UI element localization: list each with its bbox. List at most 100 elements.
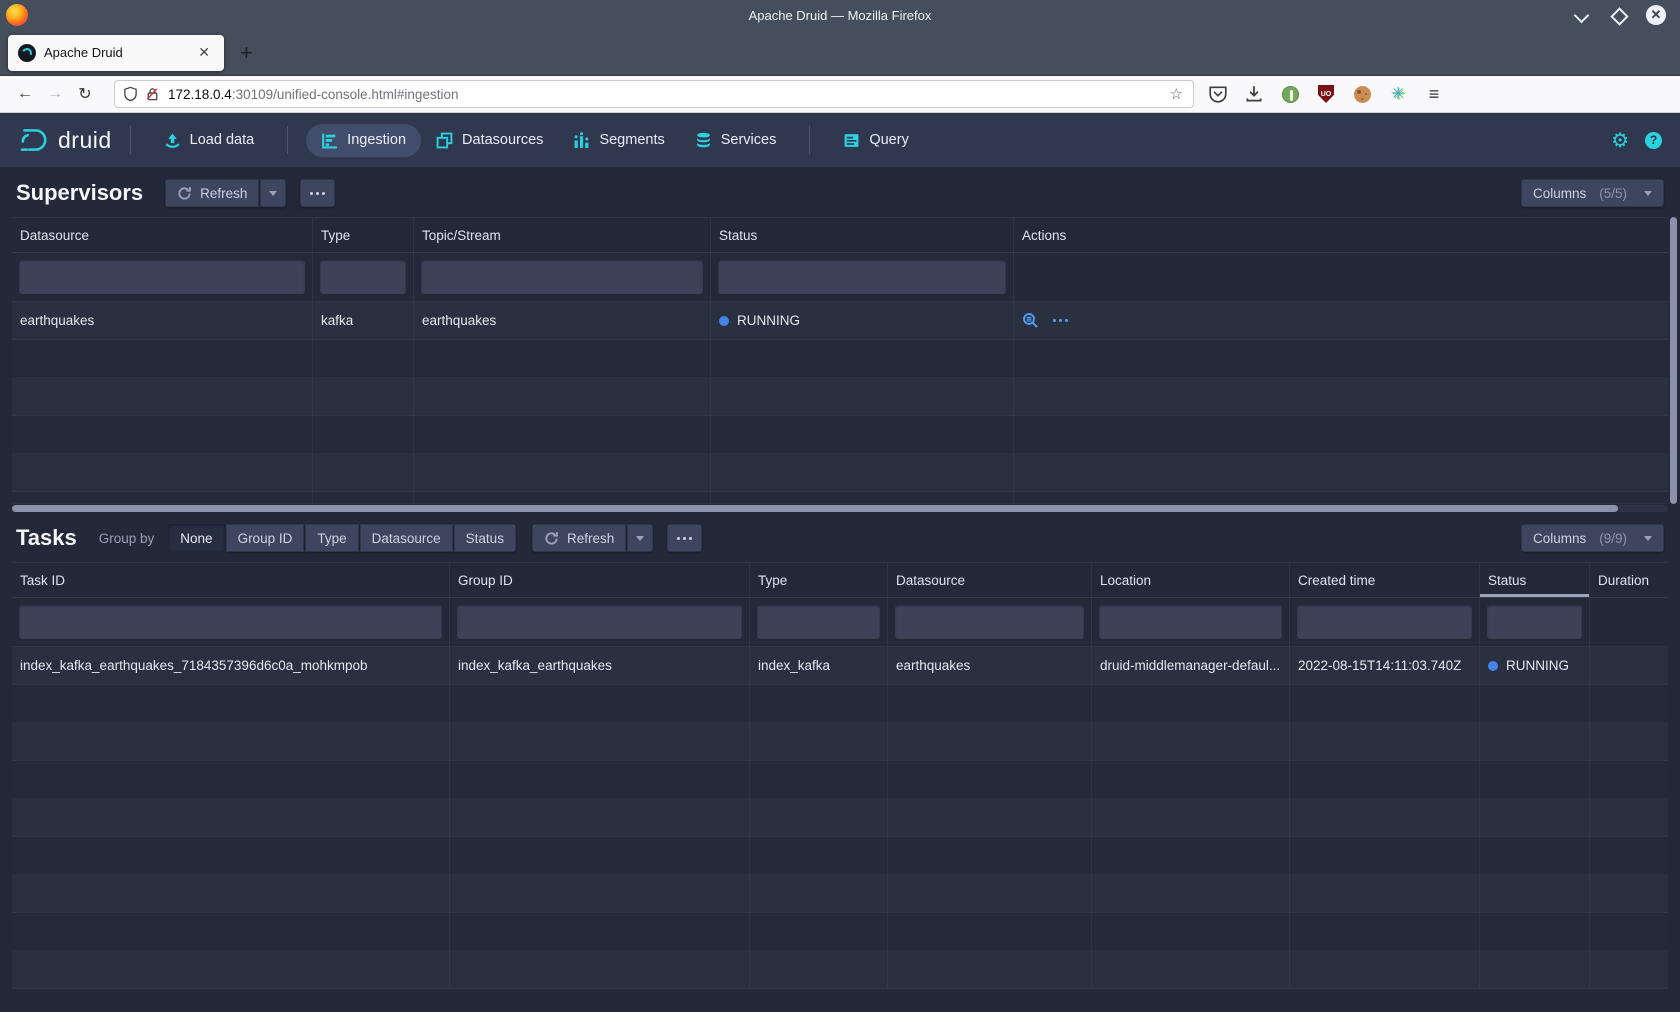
nav-query[interactable]: Query <box>828 124 924 157</box>
tab-close-icon[interactable]: ✕ <box>194 42 214 63</box>
filter-topic-stream-input[interactable] <box>421 260 703 294</box>
cell-datasource: earthquakes <box>888 647 1092 684</box>
tasks-header: Tasks Group by None Group ID Type Dataso… <box>0 512 1680 562</box>
col-header-created-time[interactable]: Created time <box>1290 563 1480 597</box>
url-bar[interactable]: 172.18.0.4:30109/unified-console.html#in… <box>114 80 1194 108</box>
col-header-type[interactable]: Type <box>313 218 414 252</box>
tasks-table: Task ID Group ID Type Datasource Locatio… <box>12 562 1668 989</box>
supervisors-columns-button[interactable]: Columns(5/5) <box>1521 179 1664 207</box>
tasks-more-button[interactable] <box>667 524 702 552</box>
url-text[interactable]: 172.18.0.4:30109/unified-console.html#in… <box>168 87 1168 102</box>
nav-load-data[interactable]: Load data <box>149 124 270 157</box>
tasks-refresh-caret-button[interactable] <box>627 524 653 552</box>
group-by-none-button[interactable]: None <box>168 524 224 552</box>
group-by-group-id-button[interactable]: Group ID <box>226 524 305 552</box>
group-by-segment: None Group ID Type Datasource Status <box>168 524 516 552</box>
nav-segments[interactable]: Segments <box>558 124 679 157</box>
nav-datasources[interactable]: Datasources <box>421 124 558 157</box>
task-row: index_kafka_earthquakes_7184357396d6c0a_… <box>12 647 1668 685</box>
col-header-topic-stream[interactable]: Topic/Stream <box>414 218 711 252</box>
filter-datasource-input[interactable] <box>895 605 1084 639</box>
group-by-status-button[interactable]: Status <box>454 524 516 552</box>
supervisors-more-button[interactable] <box>300 179 335 207</box>
supervisors-refresh-caret-button[interactable] <box>260 179 286 207</box>
supervisors-horizontal-scrollbar[interactable] <box>12 505 1668 512</box>
group-by-type-button[interactable]: Type <box>305 524 358 552</box>
help-icon[interactable]: ? <box>1645 132 1662 149</box>
menu-icon[interactable]: ≡ <box>1424 84 1444 104</box>
filter-type-input[interactable] <box>320 260 406 294</box>
col-header-task-id[interactable]: Task ID <box>12 563 450 597</box>
cell-status: RUNNING <box>711 302 1014 339</box>
bookmark-star-icon[interactable]: ☆ <box>1168 85 1185 103</box>
tracking-shield-icon[interactable] <box>123 86 138 102</box>
reload-button[interactable]: ↻ <box>70 84 100 104</box>
filter-datasource-input[interactable] <box>19 260 305 294</box>
query-icon <box>843 132 860 149</box>
filter-status-input[interactable] <box>718 260 1006 294</box>
col-header-location[interactable]: Location <box>1092 563 1290 597</box>
col-header-datasource[interactable]: Datasource <box>888 563 1092 597</box>
col-header-type[interactable]: Type <box>750 563 888 597</box>
nav-services[interactable]: Services <box>680 124 792 157</box>
druid-navbar: druid Load data Ingestion Datasources <box>0 113 1680 167</box>
forward-button[interactable]: → <box>40 85 70 103</box>
url-host: 172.18.0.4 <box>168 87 232 102</box>
col-header-datasource[interactable]: Datasource <box>12 218 313 252</box>
supervisors-vertical-scrollbar[interactable] <box>1670 217 1677 504</box>
tasks-columns-button[interactable]: Columns(9/9) <box>1521 524 1664 552</box>
filter-created-time-input[interactable] <box>1297 605 1472 639</box>
tab-title: Apache Druid <box>44 45 194 60</box>
supervisors-title: Supervisors <box>16 180 143 206</box>
insecure-lock-icon[interactable] <box>145 86 160 102</box>
tasks-refresh-button[interactable]: Refresh <box>532 524 626 552</box>
supervisors-refresh-button[interactable]: Refresh <box>165 179 259 207</box>
druid-logo-icon <box>18 124 50 156</box>
col-header-status[interactable]: Status <box>1480 563 1590 597</box>
druid-logo[interactable]: druid <box>18 124 112 156</box>
status-dot <box>719 316 729 326</box>
cell-location: druid-middlemanager-defaul... <box>1092 647 1290 684</box>
supervisors-table: Datasource Type Topic/Stream Status Acti… <box>12 217 1668 504</box>
row-actions-more-icon[interactable] <box>1053 319 1068 322</box>
minimize-icon[interactable] <box>1574 7 1590 23</box>
services-icon <box>695 132 712 149</box>
filter-group-id-input[interactable] <box>457 605 742 639</box>
tab-strip: Apache Druid ✕ + <box>0 30 1680 76</box>
brand-wordmark: druid <box>58 127 112 154</box>
pocket-icon[interactable] <box>1208 84 1228 104</box>
settings-gear-icon[interactable]: ⚙ <box>1611 128 1629 153</box>
group-by-datasource-button[interactable]: Datasource <box>360 524 453 552</box>
cookie-extension-icon[interactable] <box>1352 84 1372 104</box>
filter-task-id-input[interactable] <box>19 605 442 639</box>
segments-icon <box>573 132 590 149</box>
sort-indicator <box>1480 594 1589 597</box>
nav-ingestion[interactable]: Ingestion <box>306 124 421 157</box>
tasks-title: Tasks <box>16 525 77 551</box>
col-header-group-id[interactable]: Group ID <box>450 563 750 597</box>
extension-asterisk-icon[interactable]: ✳ <box>1388 84 1408 104</box>
window-title: Apache Druid — Mozilla Firefox <box>0 8 1680 23</box>
chevron-down-icon <box>1644 536 1652 541</box>
new-tab-button[interactable]: + <box>240 43 253 63</box>
ublock-origin-icon[interactable]: UO <box>1316 84 1336 104</box>
cell-type: index_kafka <box>750 647 888 684</box>
col-header-actions[interactable]: Actions <box>1014 218 1668 252</box>
extension-green-icon[interactable] <box>1280 84 1300 104</box>
tab-apache-druid[interactable]: Apache Druid ✕ <box>8 35 224 71</box>
filter-status-input[interactable] <box>1487 605 1582 639</box>
supervisor-row: earthquakes kafka earthquakes RUNNING <box>12 302 1668 340</box>
back-button[interactable]: ← <box>10 85 40 103</box>
filter-location-input[interactable] <box>1099 605 1282 639</box>
filter-type-input[interactable] <box>757 605 880 639</box>
close-icon[interactable]: ✕ <box>1646 5 1666 25</box>
maximize-icon[interactable] <box>1610 7 1626 23</box>
col-header-duration[interactable]: Duration <box>1590 563 1668 597</box>
inspect-magnifier-icon[interactable] <box>1022 312 1039 329</box>
downloads-icon[interactable] <box>1244 84 1264 104</box>
refresh-icon <box>177 186 192 201</box>
col-header-status[interactable]: Status <box>711 218 1014 252</box>
cell-group-id: index_kafka_earthquakes <box>450 647 750 684</box>
datasources-icon <box>436 132 453 149</box>
group-by-label: Group by <box>99 531 155 546</box>
